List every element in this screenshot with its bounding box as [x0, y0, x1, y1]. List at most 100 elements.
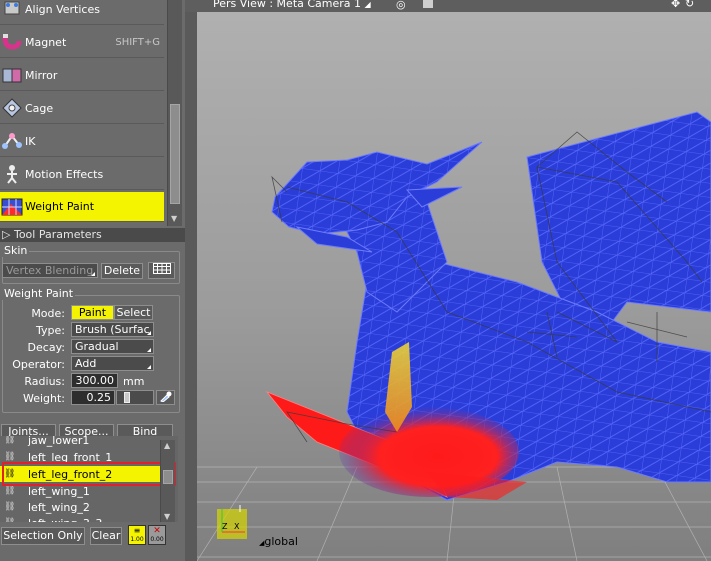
mode-select-option[interactable]: Select	[114, 305, 153, 320]
radius-unit: mm	[123, 375, 145, 388]
tool-list: Align Vertices Magnet SHIFT+G Mirror Cag…	[0, 0, 167, 226]
clear-button[interactable]: Clear	[90, 527, 122, 545]
operator-label: Operator:	[12, 358, 65, 371]
rotate-view-icon[interactable]: ↻	[685, 0, 694, 10]
joint-chain-icon: ⛓	[4, 452, 16, 462]
tool-label: Magnet	[25, 35, 67, 49]
box-display-icon[interactable]	[423, 0, 433, 8]
weight-slider[interactable]	[116, 390, 154, 405]
weight-paint-title: Weight Paint	[2, 287, 76, 300]
scroll-down-icon[interactable]: ▼	[164, 512, 170, 521]
selection-only-button[interactable]: Selection Only	[1, 527, 85, 545]
weight-input[interactable]: 0.25	[71, 390, 115, 405]
tool-list-scrollbar[interactable]: ▼	[167, 0, 182, 226]
tool-align-vertices[interactable]: Align Vertices	[0, 0, 164, 25]
magnet-icon	[1, 31, 23, 53]
eyedropper-icon	[160, 391, 172, 403]
vertex-blending-label: Vertex Blending	[6, 264, 94, 277]
tool-label: Align Vertices	[25, 2, 100, 16]
selection-highlight-frame	[2, 462, 176, 486]
weight-zero-value: 0.00	[150, 536, 164, 543]
dragon-scene: Z X	[197, 111, 711, 561]
tool-ik[interactable]: IK	[0, 126, 164, 157]
dropdown-arrow-icon: ◢	[364, 0, 371, 9]
joint-chain-icon: ⛓	[4, 486, 16, 496]
tool-label: Cage	[25, 101, 54, 115]
motion-effects-icon	[1, 163, 23, 185]
svg-text:Z: Z	[222, 522, 228, 531]
dropdown-caret-icon	[147, 331, 151, 335]
delete-button[interactable]: Delete	[101, 263, 143, 279]
weight-label: Weight:	[22, 392, 65, 405]
tool-magnet[interactable]: Magnet SHIFT+G	[0, 27, 164, 58]
list-item[interactable]: ⛓ left_wing_3_3	[0, 515, 160, 523]
operator-value: Add	[75, 357, 97, 370]
ik-icon	[1, 130, 23, 152]
tool-motion-effects[interactable]: Motion Effects	[0, 159, 164, 190]
collapse-icon: ▷	[2, 228, 11, 241]
radius-input[interactable]: 300.00	[71, 373, 118, 388]
viewport-toolbar: Pers View : Meta Camera 1 ◢ ◎ ✥ ↻	[185, 0, 711, 12]
tool-label: IK	[25, 134, 36, 148]
cross-icon: ✕	[153, 526, 161, 536]
tool-cage[interactable]: Cage	[0, 93, 164, 124]
list-item-label: jaw_lower1	[28, 436, 90, 447]
tool-mirror[interactable]: Mirror	[0, 60, 164, 91]
dropdown-caret-icon	[147, 365, 151, 369]
type-dropdown[interactable]: Brush (Surfac	[71, 322, 154, 337]
scrollbar-thumb[interactable]	[163, 470, 173, 484]
grid-view-button[interactable]	[148, 262, 175, 279]
dragon-mesh	[265, 111, 711, 501]
coordinate-system-label[interactable]: ◢global	[259, 535, 298, 548]
list-lines-icon: ≡	[133, 526, 141, 535]
camera-target-icon[interactable]: ◎	[396, 0, 406, 11]
move-view-icon[interactable]: ✥	[671, 0, 680, 10]
joint-chain-icon: ⛓	[4, 518, 18, 522]
scrollbar-thumb[interactable]	[170, 104, 180, 204]
align-vertices-icon	[1, 0, 23, 20]
decay-label: Decay:	[27, 341, 65, 354]
decay-dropdown[interactable]: Gradual	[71, 339, 154, 354]
pick-weight-button[interactable]	[156, 390, 175, 405]
tool-parameters-header[interactable]: ▷ Tool Parameters	[0, 228, 185, 242]
dropdown-caret-icon	[91, 272, 95, 276]
scroll-up-icon[interactable]: ▲	[164, 441, 170, 450]
list-item-label: left_wing_3_3	[28, 517, 102, 523]
3d-view[interactable]: Z X ◢global	[197, 12, 711, 561]
joint-chain-icon: ⛓	[4, 502, 16, 512]
skin-title: Skin	[2, 244, 30, 257]
mode-label: Mode:	[31, 307, 65, 320]
mode-paint-option[interactable]: Paint	[71, 305, 114, 320]
viewport-border	[185, 12, 197, 561]
viewport-title[interactable]: Pers View : Meta Camera 1 ◢	[213, 0, 371, 10]
vertex-blending-dropdown[interactable]: Vertex Blending	[2, 263, 98, 278]
grid-icon	[152, 263, 171, 274]
list-item-label: left_wing_2	[28, 500, 90, 514]
tool-label: Mirror	[25, 68, 58, 82]
viewport[interactable]: Pers View : Meta Camera 1 ◢ ◎ ✥ ↻ Z X ◢g…	[185, 0, 711, 561]
weight-zero-button[interactable]: ✕ 0.00	[148, 525, 166, 545]
dropdown-caret-icon	[147, 348, 151, 352]
decay-value: Gradual	[75, 340, 119, 353]
joint-list-scrollbar[interactable]: ▲ ▼	[160, 440, 175, 522]
list-item[interactable]: ⛓ left_wing_2	[0, 499, 160, 515]
tool-label: Weight Paint	[25, 200, 95, 213]
type-value: Brush (Surfac	[75, 323, 150, 336]
tool-parameters-title: Tool Parameters	[13, 228, 102, 241]
radius-label: Radius:	[24, 375, 65, 388]
type-label: Type:	[36, 324, 65, 337]
mirror-icon	[1, 64, 23, 86]
cage-icon	[1, 97, 23, 119]
tool-label: Motion Effects	[25, 167, 104, 181]
tool-shortcut: SHIFT+G	[115, 36, 160, 48]
list-item[interactable]: ⛓ jaw_lower1	[0, 436, 160, 448]
list-item-label: left_wing_1	[28, 484, 90, 498]
weight-one-value: 1.00	[130, 536, 144, 543]
svg-text:X: X	[234, 522, 240, 531]
weight-slider-thumb[interactable]	[124, 392, 130, 403]
left-panel: Align Vertices Magnet SHIFT+G Mirror Cag…	[0, 0, 185, 561]
weight-one-button[interactable]: ≡ 1.00	[128, 525, 146, 545]
scroll-down-icon[interactable]: ▼	[171, 214, 177, 223]
tool-weight-paint[interactable]: Weight Paint	[0, 192, 164, 222]
operator-dropdown[interactable]: Add	[71, 356, 154, 371]
